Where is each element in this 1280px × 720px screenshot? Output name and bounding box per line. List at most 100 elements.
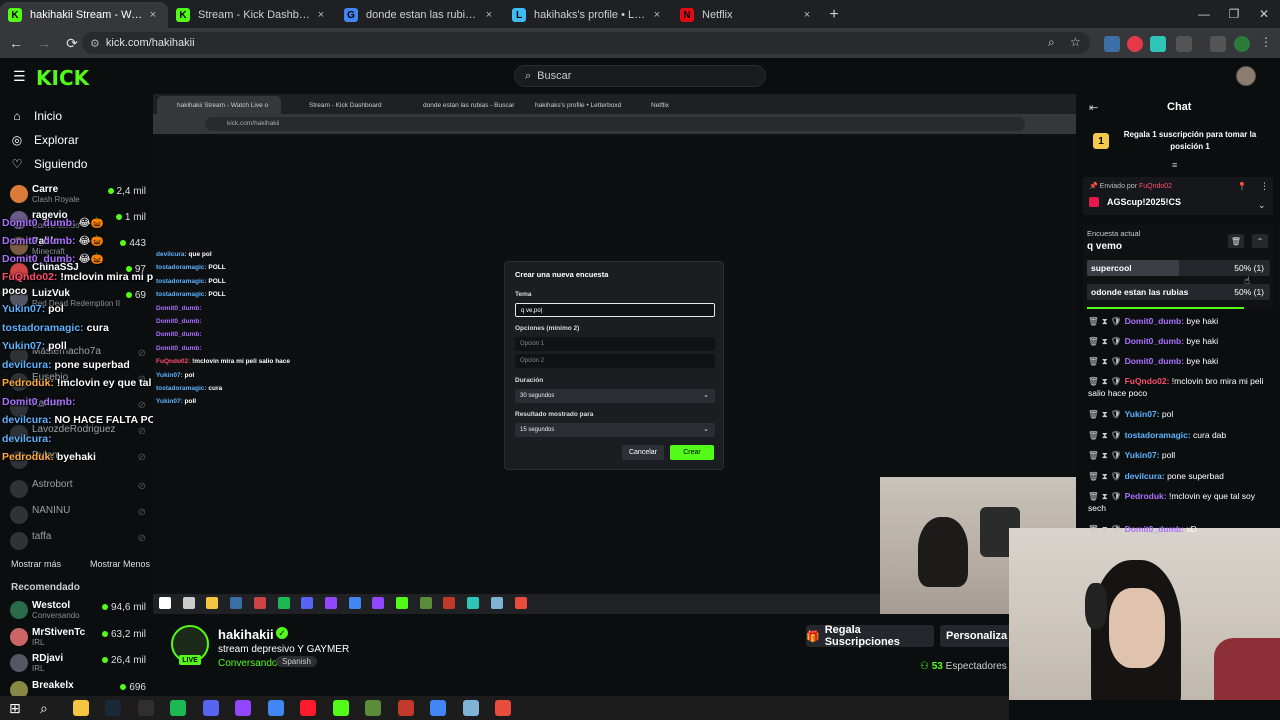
user-avatar[interactable] xyxy=(1236,66,1256,86)
search-input[interactable]: ⌕ Buscar xyxy=(514,65,766,87)
zoom-icon[interactable]: ⌕ xyxy=(1048,35,1064,51)
timeout-icon[interactable]: ⧗ xyxy=(1102,471,1108,481)
chat-username[interactable]: Pedroduk: xyxy=(1125,491,1167,501)
trash-icon[interactable]: 🗑 xyxy=(1088,336,1099,346)
tab-close-icon[interactable]: × xyxy=(650,9,664,21)
windows-start-icon[interactable]: ⊞ xyxy=(9,700,21,717)
media-icon[interactable] xyxy=(1210,36,1226,52)
forward-icon[interactable]: → xyxy=(32,31,56,55)
extension-icon[interactable] xyxy=(1150,36,1166,52)
timeout-icon[interactable]: ⧗ xyxy=(1102,450,1108,460)
timeout-icon[interactable]: ⧗ xyxy=(1102,409,1108,419)
poll-option[interactable]: odonde estan las rubias 50% (1) xyxy=(1087,284,1270,300)
chat-username[interactable]: Domit0_dumb: xyxy=(1125,316,1185,326)
cancel-button[interactable]: Cancelar xyxy=(622,445,664,460)
trash-icon[interactable]: 🗑 xyxy=(1088,450,1099,460)
delete-poll-icon[interactable]: 🗑 xyxy=(1228,234,1244,248)
duration-select[interactable]: 30 segundos ⌄ xyxy=(515,389,715,403)
url-bar[interactable]: ⚙ kick.com/hakihakii xyxy=(82,32,1090,54)
tab-close-icon[interactable]: × xyxy=(482,9,496,21)
timeout-icon[interactable]: ⧗ xyxy=(1102,316,1108,326)
maximize-icon[interactable]: ❐ xyxy=(1218,0,1250,28)
minimize-icon[interactable]: — xyxy=(1188,0,1220,28)
leaderboard-toggle-icon[interactable]: ≡ xyxy=(1172,160,1177,170)
trash-icon[interactable]: 🗑 xyxy=(1088,524,1099,534)
kick-icon[interactable] xyxy=(332,700,349,716)
hamburger-menu-icon[interactable]: ☰ xyxy=(13,68,26,85)
back-icon[interactable]: ← xyxy=(4,31,28,55)
show-more-button[interactable]: Mostrar más xyxy=(11,559,61,569)
tab-close-icon[interactable]: × xyxy=(800,9,814,21)
unpin-icon[interactable]: 📍 xyxy=(1237,182,1247,191)
chat-username[interactable]: Domit0_dumb: xyxy=(1125,336,1185,346)
timeout-icon[interactable]: ⧗ xyxy=(1102,524,1108,534)
browser-tab[interactable]: Gdonde estan las rubias - Buscar× xyxy=(336,2,504,28)
site-info-icon[interactable]: ⚙ xyxy=(90,37,100,50)
timeout-icon[interactable]: ⧗ xyxy=(1102,336,1108,346)
sidebar-channel[interactable]: Astrobort ⊘ xyxy=(8,479,146,501)
browser-tab[interactable]: N Netflix × xyxy=(672,2,822,28)
search-icon[interactable]: ⌕ xyxy=(40,700,56,716)
trash-icon[interactable]: 🗑 xyxy=(1088,316,1099,326)
app-icon[interactable] xyxy=(397,700,414,716)
tab-close-icon[interactable]: × xyxy=(314,9,328,21)
browser-tab[interactable]: Lhakihaks's profile • Letterboxd× xyxy=(504,2,672,28)
chat-username[interactable]: tostadoramagic: xyxy=(1125,430,1191,440)
gift-subs-button[interactable]: 🎁 Regala Suscripciones xyxy=(806,624,934,648)
trash-icon[interactable]: 🗑 xyxy=(1088,430,1099,440)
extension-icon[interactable] xyxy=(1104,36,1120,52)
app-icon[interactable] xyxy=(495,700,511,716)
twitch-icon[interactable] xyxy=(235,700,251,716)
opera-icon[interactable] xyxy=(300,700,316,716)
timeout-icon[interactable]: ⧗ xyxy=(1102,376,1108,386)
kick-logo[interactable]: KICK xyxy=(36,66,89,90)
channel-name[interactable]: hakihakii xyxy=(218,627,274,642)
file-explorer-icon[interactable] xyxy=(72,700,89,716)
collapse-chat-icon[interactable]: ⇤ xyxy=(1089,101,1098,114)
tab-close-icon[interactable]: × xyxy=(146,9,160,21)
sidebar-nav-siguiendo[interactable]: ♡ Siguiendo xyxy=(10,154,88,174)
option-1-input[interactable]: Opción 1 xyxy=(515,337,715,351)
extensions-puzzle-icon[interactable] xyxy=(1176,36,1192,52)
chevron-up-icon[interactable]: ⌃ xyxy=(1252,234,1268,248)
browser-tab[interactable]: Khakihakii Stream - Watch Live o× xyxy=(0,2,168,28)
recommended-channel[interactable]: RDjavi IRL 26,4 mil xyxy=(8,653,146,675)
chat-username[interactable]: Domit0_dumb: xyxy=(1125,524,1185,534)
customize-button[interactable]: Personaliza tu xyxy=(940,625,1009,647)
menu-kebab-icon[interactable]: ⋮ xyxy=(1258,35,1274,51)
trash-icon[interactable]: 🗑 xyxy=(1088,491,1099,501)
chrome-icon[interactable] xyxy=(267,700,284,716)
chat-username[interactable]: Yukin07: xyxy=(1125,450,1160,460)
new-tab-button[interactable]: + xyxy=(822,2,846,28)
chat-username[interactable]: devilcura: xyxy=(1125,471,1165,481)
extension-icon[interactable] xyxy=(1127,36,1143,52)
language-tag[interactable]: Spanish xyxy=(276,656,317,667)
stream-category[interactable]: Conversando xyxy=(218,658,277,669)
sidebar-channel[interactable]: NANINU ⊘ xyxy=(8,505,146,527)
bookmark-star-icon[interactable]: ☆ xyxy=(1070,35,1086,51)
trash-icon[interactable]: 🗑 xyxy=(1088,471,1099,481)
recommended-channel[interactable]: Westcol Conversando 94,6 mil xyxy=(8,600,146,622)
trash-icon[interactable]: 🗑 xyxy=(1088,376,1099,386)
obs-icon[interactable] xyxy=(137,700,154,716)
more-options-icon[interactable]: ⋮ xyxy=(1260,181,1269,192)
chrome-icon[interactable] xyxy=(430,700,446,716)
trash-icon[interactable]: 🗑 xyxy=(1088,356,1099,366)
minecraft-icon[interactable] xyxy=(365,700,381,716)
reload-icon[interactable]: ⟳ xyxy=(60,31,84,55)
trash-icon[interactable]: 🗑 xyxy=(1088,409,1099,419)
chevron-down-icon[interactable]: ⌄ xyxy=(1258,200,1266,211)
sidebar-channel[interactable]: taffa ⊘ xyxy=(8,531,146,553)
sidebar-nav-inicio[interactable]: ⌂ Inicio xyxy=(10,106,62,126)
profile-icon[interactable] xyxy=(1234,36,1250,52)
chat-username[interactable]: Yukin07: xyxy=(1125,409,1160,419)
recommended-channel[interactable]: MrStivenTc IRL 63,2 mil xyxy=(8,627,146,649)
sidebar-nav-explorar[interactable]: ◎ Explorar xyxy=(10,130,79,150)
sidebar-channel[interactable]: Carre Clash Royale 2,4 mil xyxy=(8,184,146,206)
result-select[interactable]: 15 segundos ⌄ xyxy=(515,423,715,437)
option-2-input[interactable]: Opción 2 xyxy=(515,354,715,368)
browser-tab[interactable]: K Stream - Kick Dashboard × xyxy=(168,2,336,28)
chat-username[interactable]: Domit0_dumb: xyxy=(1125,356,1185,366)
poll-option[interactable]: supercool 50% (1) xyxy=(1087,260,1270,276)
timeout-icon[interactable]: ⧗ xyxy=(1102,430,1108,440)
